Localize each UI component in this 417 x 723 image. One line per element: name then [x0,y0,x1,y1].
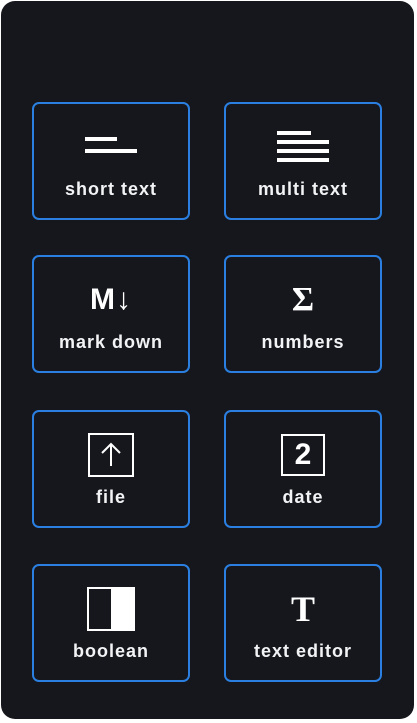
text-editor-button[interactable]: T text editor [224,564,382,682]
markdown-glyph: M↓ [90,283,132,316]
sigma-glyph: Σ [291,281,315,318]
short-text-label: short text [64,179,157,199]
markdown-label: mark down [58,332,164,352]
date-glyph: 2 [281,434,325,476]
boolean-label: boolean [72,641,149,661]
multi-text-icon [226,126,380,168]
file-button[interactable]: file [32,410,190,528]
markdown-button[interactable]: M↓ mark down [32,255,190,373]
upload-icon [34,433,188,477]
short-text-icon [34,126,188,168]
numbers-button[interactable]: Σ numbers [224,255,382,373]
markdown-icon: M↓ [34,279,188,321]
date-button[interactable]: 2 date [224,410,382,528]
text-editor-label: text editor [253,641,352,661]
date-label: date [282,487,324,507]
numbers-label: numbers [261,332,345,352]
text-editor-glyph: T [290,589,315,629]
multi-text-label: multi text [257,179,348,199]
file-label: file [95,487,126,507]
short-text-button[interactable]: short text [32,102,190,220]
sigma-icon: Σ [226,279,380,321]
text-editor-icon: T [226,588,380,630]
boolean-button[interactable]: boolean [32,564,190,682]
calendar-date-icon: 2 [226,434,380,476]
toggle-icon [34,587,188,631]
multi-text-button[interactable]: multi text [224,102,382,220]
field-type-panel: short text multi text M↓ mark down Σ num… [1,1,414,719]
